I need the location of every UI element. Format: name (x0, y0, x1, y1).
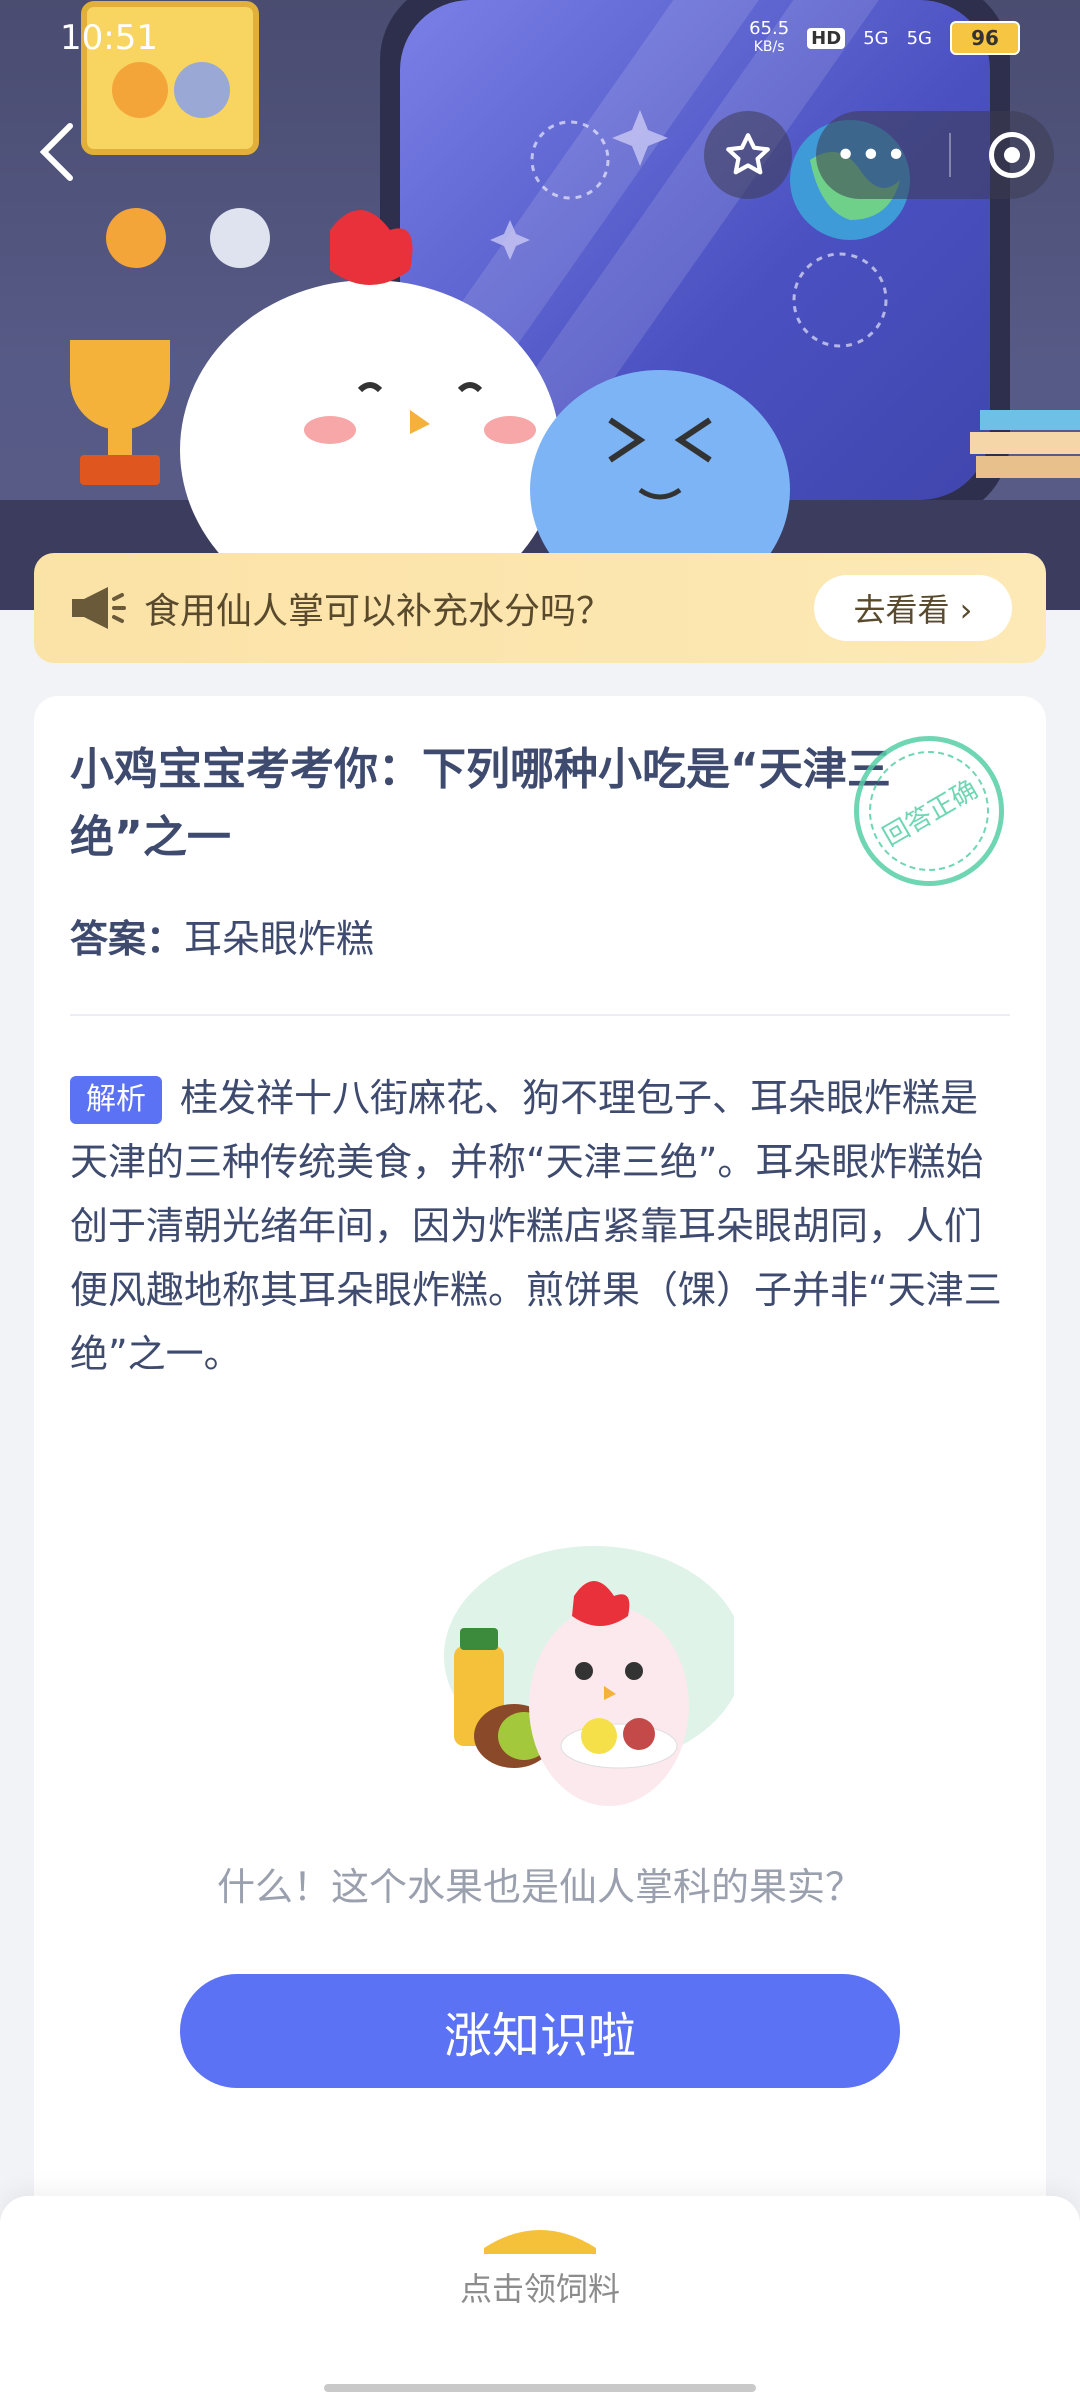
divider (70, 1014, 1010, 1016)
analysis-block: 解析 桂发祥十八街麻花、狗不理包子、耳朵眼炸糕是天津的三种传统美食，并称“天津三绝… (70, 1066, 1010, 1386)
status-time: 10:51 (60, 18, 158, 58)
capsule-divider (948, 133, 951, 177)
close-mini-program-icon[interactable] (988, 132, 1035, 178)
back-button[interactable] (36, 120, 96, 190)
signal-sim1: 5G (863, 27, 889, 49)
tip-text: 食用仙人掌可以补充水分吗？ (144, 591, 613, 632)
analysis-tag: 解析 (70, 1076, 162, 1124)
header-illustration (0, 0, 1080, 610)
fun-fact-text: 什么！这个水果也是仙人掌科的果实？ (216, 1865, 863, 1909)
hd-icon: HD (807, 27, 846, 49)
chick-fruit-illustration (444, 1546, 734, 1806)
answer-row: 答案：耳朵眼炸糕 (70, 908, 374, 963)
status-bar: 10:51 65.5 KB/s HD 5G 5G 96 (0, 0, 1080, 80)
tip-banner[interactable]: 食用仙人掌可以补充水分吗？ 去看看 › (34, 553, 1046, 663)
mini-program-capsule: ••• (704, 110, 1054, 200)
chevron-left-icon (39, 123, 73, 181)
answer-value: 耳朵眼炸糕 (184, 917, 375, 961)
analysis-text: 桂发祥十八街麻花、狗不理包子、耳朵眼炸糕是天津的三种传统美食，并称“天津三绝”。… (70, 1076, 1002, 1376)
battery-icon: 96 (950, 21, 1020, 55)
bottom-bar[interactable]: 点击领饲料 (0, 2196, 1080, 2400)
learn-more-button[interactable]: 涨知识啦 (180, 1974, 900, 2088)
favorite-button[interactable] (704, 111, 792, 199)
more-icon[interactable]: ••• (835, 135, 911, 176)
signal-sim2: 5G (906, 27, 932, 49)
megaphone-icon (72, 587, 126, 629)
net-unit: KB/s (753, 39, 785, 55)
get-feed-label: 点击领饲料 (459, 2270, 620, 2308)
net-speed: 65.5 (749, 18, 790, 39)
quiz-card: 小鸡宝宝考考你：下列哪种小吃是“天津三绝”之一 回答正确 答案：耳朵眼炸糕 解析… (34, 696, 1046, 2256)
go-see-button[interactable]: 去看看 › (814, 575, 1012, 641)
home-indicator[interactable] (324, 2384, 756, 2392)
star-icon (726, 133, 770, 175)
feed-chevron-icon (484, 2230, 596, 2254)
answer-label: 答案： (70, 917, 185, 961)
books-icon (970, 410, 1080, 478)
